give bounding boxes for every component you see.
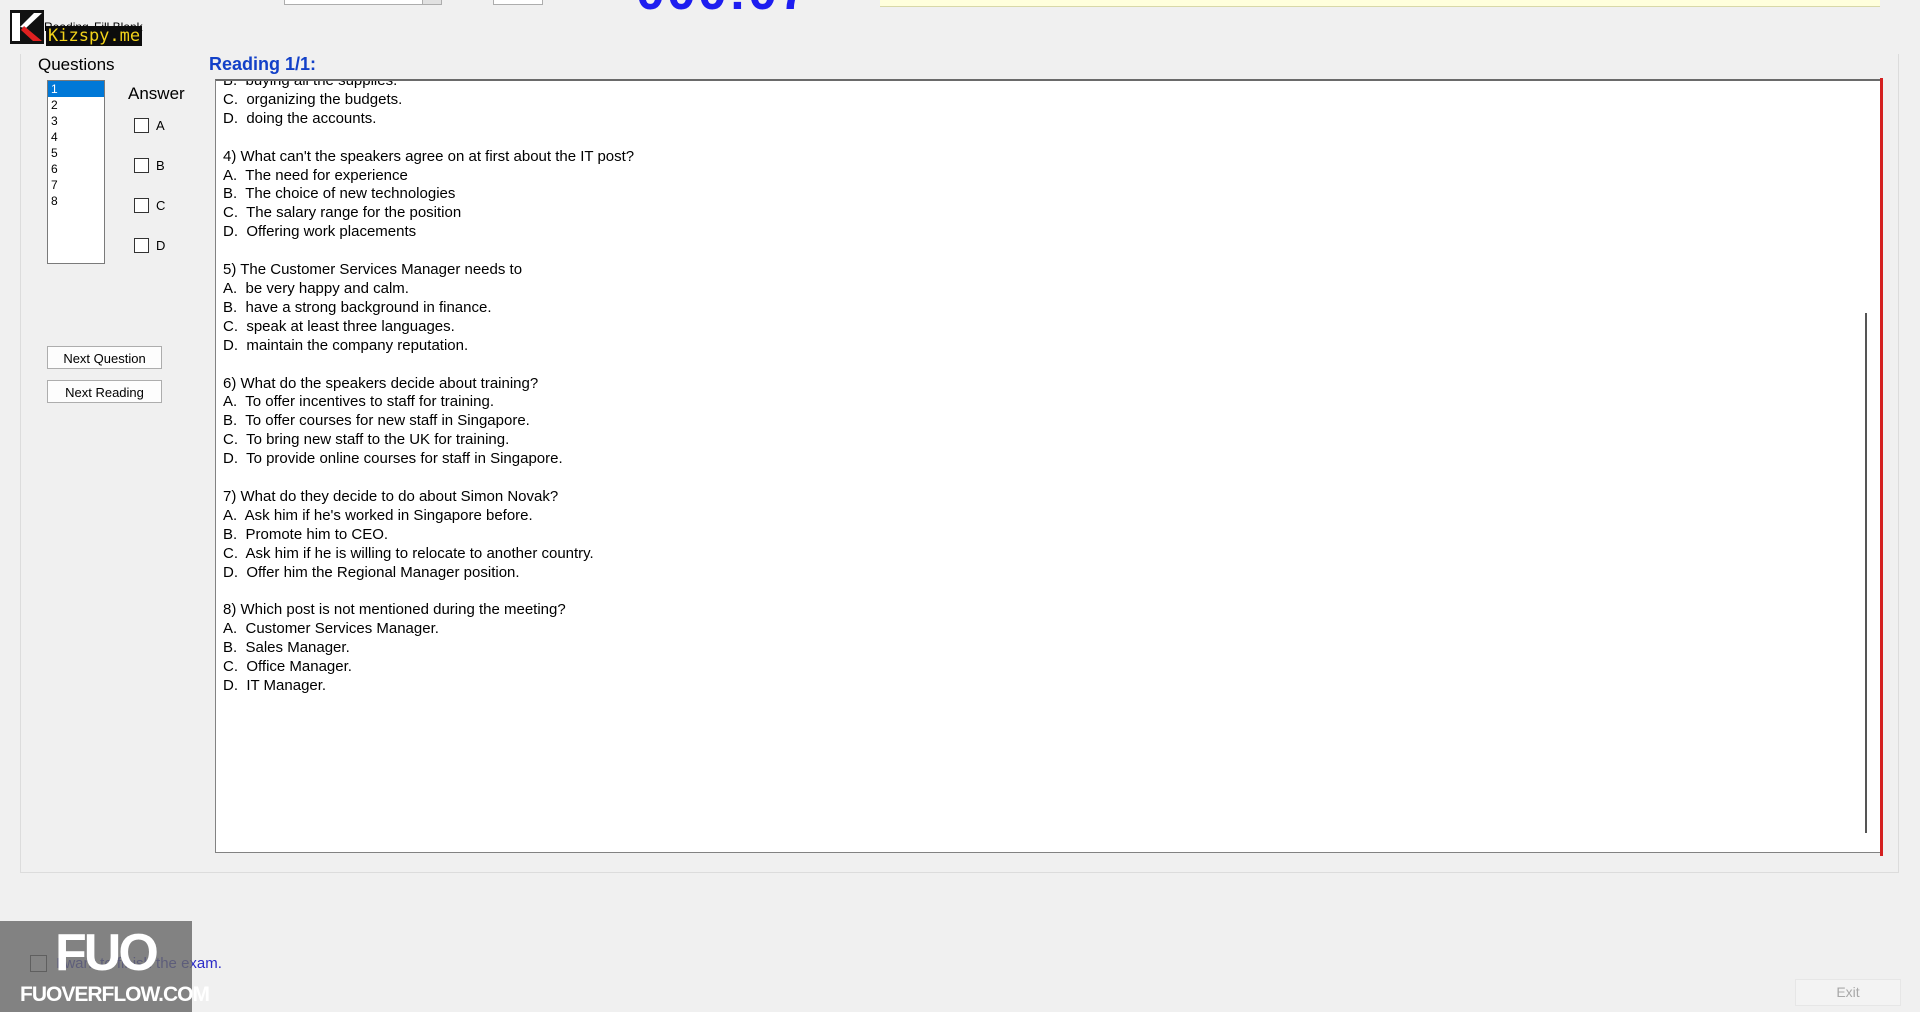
watermark-logo: FUO FUOVERFLOW.COM (0, 921, 210, 1012)
exit-button[interactable]: Exit (1795, 979, 1901, 1006)
reading-line: B. have a strong background in finance. (223, 298, 492, 316)
reading-line: A. To offer incentives to staff for trai… (223, 393, 494, 411)
reading-line: C. Office Manager. (223, 658, 352, 676)
question-item[interactable]: 5 (48, 145, 104, 161)
answer-option-d[interactable]: D (134, 238, 165, 253)
answer-option-c[interactable]: C (134, 198, 165, 213)
reading-line: D. Offering work placements (223, 223, 417, 241)
reading-line: B. To offer courses for new staff in Sin… (223, 412, 530, 430)
watermark-small-text: FUOVERFLOW.COM (20, 983, 210, 1006)
answer-option-a[interactable]: A (134, 118, 165, 133)
reading-line: B. The choice of new technologies (223, 185, 456, 203)
top-combobox[interactable] (284, 0, 442, 5)
reading-line: C. The salary range for the position (223, 204, 462, 222)
reading-label: Reading 1/1: (209, 54, 317, 74)
scroll-marker (1880, 78, 1883, 856)
reading-text: B. buying all the supplies. C. organizing… (223, 79, 635, 696)
reading-line: A. be very happy and calm. (223, 279, 409, 297)
top-progress-bar (880, 0, 1880, 7)
reading-textarea[interactable]: B. buying all the supplies. C. organizing… (215, 79, 1881, 853)
reading-blank-line (223, 242, 634, 261)
reading-line: 6) What do the speakers decide about tra… (223, 374, 539, 392)
reading-line: C. Ask him if he is willing to relocate … (223, 544, 594, 562)
logo-text: Kizspy.me (46, 26, 143, 46)
question-item[interactable]: 4 (48, 129, 104, 145)
reading-line: D. Offer him the Regional Manager positi… (223, 563, 520, 581)
reading-line: B. Promote him to CEO. (223, 525, 389, 543)
reading-line: D. doing the accounts. (223, 109, 377, 127)
next-reading-button[interactable]: Next Reading (47, 380, 162, 403)
reading-blank-line (223, 356, 634, 375)
k-logo-icon (10, 10, 44, 44)
checkbox-b[interactable] (134, 158, 149, 173)
questions-listbox[interactable]: 1 2 3 4 5 6 7 8 (47, 80, 105, 264)
textarea-scrollbar[interactable] (1865, 313, 1867, 833)
watermark-big-text: FUO (55, 924, 159, 982)
reading-blank-line (223, 582, 634, 601)
reading-line: C. speak at least three languages. (223, 317, 455, 335)
answer-label: Answer (128, 84, 185, 103)
reading-line: B. buying all the supplies. (223, 79, 398, 89)
checkbox-d[interactable] (134, 238, 149, 253)
reading-blank-line (223, 129, 634, 148)
question-item[interactable]: 7 (48, 177, 104, 193)
reading-line: C. To bring new staff to the UK for trai… (223, 431, 510, 449)
checkbox-a[interactable] (134, 118, 149, 133)
reading-line: 4) What can't the speakers agree on at f… (223, 147, 635, 165)
question-item[interactable]: 2 (48, 97, 104, 113)
next-question-button[interactable]: Next Question (47, 346, 162, 369)
reading-line: 8) Which post is not mentioned during th… (223, 601, 566, 619)
top-spinbox[interactable] (493, 0, 543, 5)
question-item[interactable]: 8 (48, 193, 104, 209)
reading-line: D. IT Manager. (223, 677, 327, 694)
reading-line: A. The need for experience (223, 166, 408, 184)
countdown-timer: 000:07 (636, 0, 810, 18)
answer-option-b[interactable]: B (134, 158, 165, 173)
questions-label: Questions (38, 55, 115, 74)
reading-line: D. To provide online courses for staff i… (223, 450, 563, 468)
reading-line: D. maintain the company reputation. (223, 336, 469, 354)
question-item[interactable]: 6 (48, 161, 104, 177)
reading-line: 7) What do they decide to do about Simon… (223, 487, 559, 505)
reading-line: C. organizing the budgets. (223, 90, 403, 108)
reading-line: A. Ask him if he's worked in Singapore b… (223, 506, 533, 524)
reading-line: A. Customer Services Manager. (223, 620, 439, 638)
checkbox-c[interactable] (134, 198, 149, 213)
reading-line: 5) The Customer Services Manager needs t… (223, 261, 523, 279)
question-item[interactable]: 1 (48, 81, 104, 97)
combobox-arrow-icon[interactable] (422, 0, 441, 4)
reading-blank-line (223, 469, 634, 488)
question-item[interactable]: 3 (48, 113, 104, 129)
reading-line: B. Sales Manager. (223, 639, 350, 657)
